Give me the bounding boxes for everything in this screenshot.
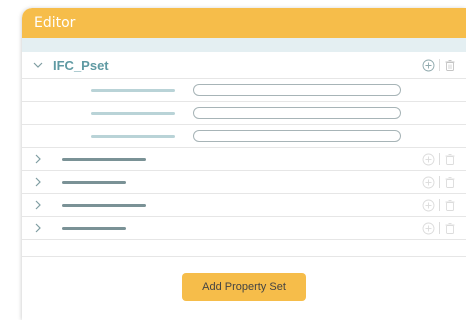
action-separator [439,59,440,71]
property-set-row-collapsed[interactable] [22,194,466,217]
property-set-actions [422,148,456,170]
property-value-input[interactable] [193,107,401,119]
property-value-input[interactable] [193,84,401,96]
plus-circle-icon[interactable] [422,199,435,212]
property-set-name-placeholder [62,226,126,230]
property-set-actions [422,194,456,216]
property-set-actions [422,217,456,239]
chevron-right-icon[interactable] [33,200,43,210]
property-set-name-placeholder [62,157,146,161]
add-property-set-button[interactable]: Add Property Set [182,273,306,301]
trash-icon[interactable] [444,199,456,212]
property-set-name-placeholder [62,180,126,184]
trash-icon[interactable] [444,176,456,189]
property-set-row-expanded[interactable]: IFC_Pset [22,52,466,79]
action-separator [439,222,440,234]
property-name-placeholder [91,134,175,138]
action-separator [439,176,440,188]
property-value-input[interactable] [193,130,401,142]
plus-circle-icon[interactable] [422,222,435,235]
property-row [22,79,466,102]
property-set-name-placeholder [62,203,146,207]
trash-icon[interactable] [444,153,456,166]
chevron-right-icon[interactable] [33,223,43,233]
plus-circle-icon[interactable] [422,153,435,166]
plus-circle-icon[interactable] [422,176,435,189]
trash-icon[interactable] [444,222,456,235]
editor-title: Editor [34,15,76,31]
editor-footer: Add Property Set [22,256,466,320]
property-set-row-collapsed[interactable] [22,217,466,240]
chevron-right-icon[interactable] [33,177,43,187]
property-set-name: IFC_Pset [53,57,109,73]
editor-subbar [22,38,466,52]
property-name-placeholder [91,88,175,92]
property-set-actions [422,52,456,78]
chevron-right-icon[interactable] [33,154,43,164]
property-row [22,125,466,148]
property-set-actions [422,171,456,193]
property-set-row-collapsed[interactable] [22,171,466,194]
chevron-down-icon[interactable] [33,60,43,70]
editor-header: Editor [22,8,466,38]
editor-panel: Editor IFC_Pset Add Property Set [22,8,466,320]
property-set-row-collapsed[interactable] [22,148,466,171]
action-separator [439,199,440,211]
action-separator [439,153,440,165]
plus-circle-icon[interactable] [422,59,435,72]
property-name-placeholder [91,111,175,115]
trash-icon[interactable] [444,59,456,72]
property-row [22,102,466,125]
